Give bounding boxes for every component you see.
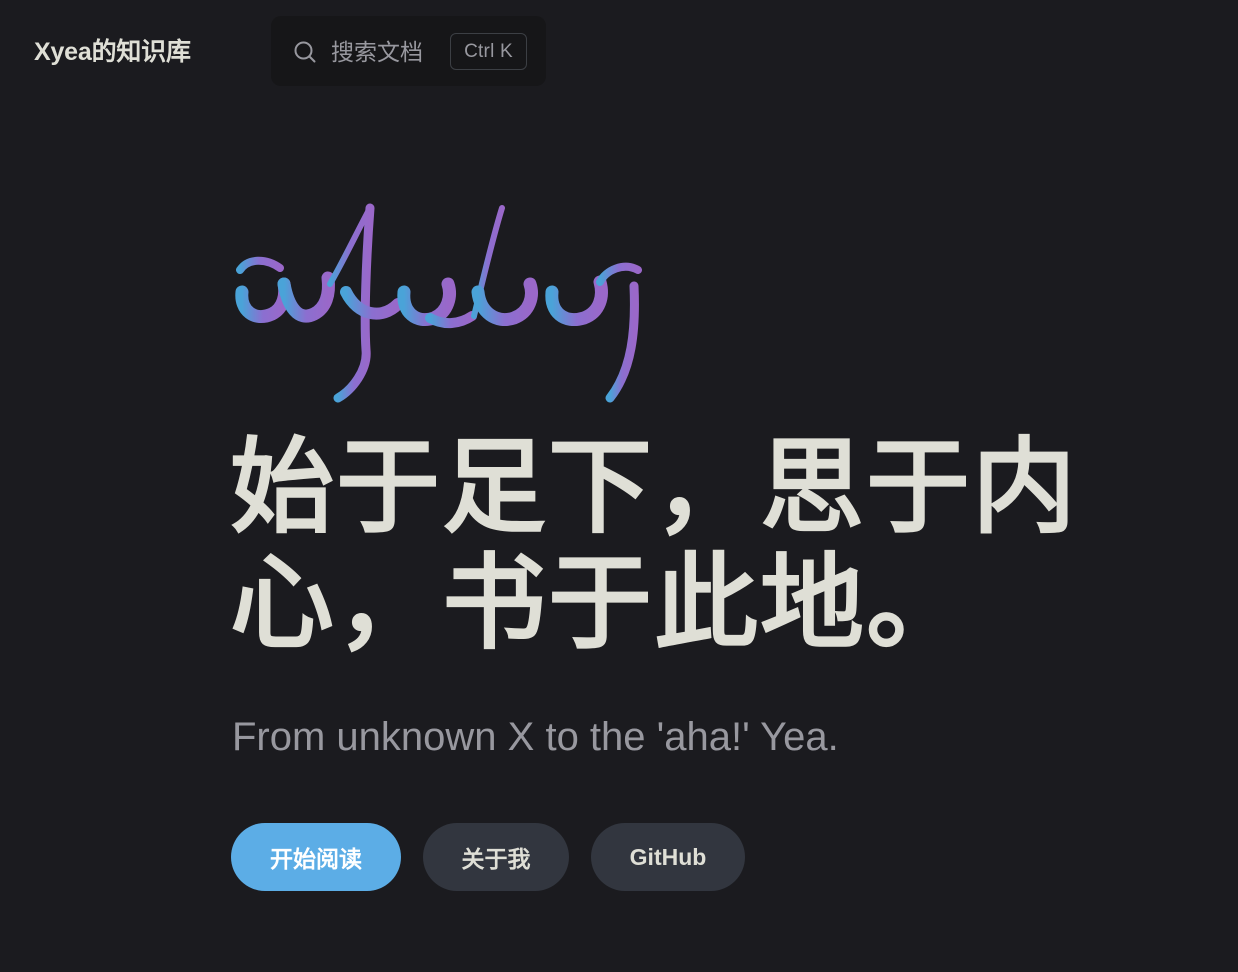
search-shortcut-badge: Ctrl K: [450, 33, 527, 70]
site-title[interactable]: Xyea的知识库: [34, 34, 191, 70]
search-button[interactable]: 搜索文档 Ctrl K: [271, 16, 546, 86]
search-icon: [294, 41, 316, 63]
about-me-button[interactable]: 关于我: [423, 823, 569, 891]
navbar: Xyea的知识库 搜索文档 Ctrl K: [0, 0, 1238, 104]
github-button[interactable]: GitHub: [591, 823, 745, 891]
hero-tagline: 始于足下，思于内心，书于此地。: [230, 430, 1079, 662]
hero-actions: 开始阅读 关于我 GitHub: [231, 823, 745, 891]
search-placeholder: 搜索文档: [331, 39, 423, 65]
hero-logo-image: [235, 203, 642, 403]
start-reading-button[interactable]: 开始阅读: [231, 823, 401, 891]
hero-subtitle: From unknown X to the 'aha!' Yea.: [232, 715, 839, 759]
